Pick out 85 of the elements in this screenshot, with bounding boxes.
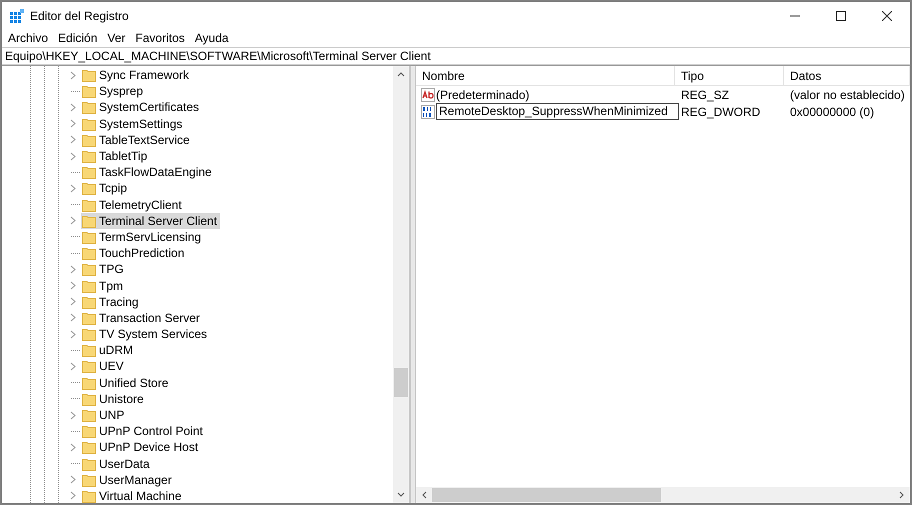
expand-chevron-icon[interactable] [70,70,76,80]
folder-icon [82,84,96,98]
folder-icon [82,359,96,374]
tree-item[interactable]: Terminal Server Client [81,212,220,229]
tree-item[interactable]: Virtual Machine [81,488,184,503]
tree-item[interactable]: SystemSettings [81,116,186,132]
tree-item[interactable]: TaskFlowDataEngine [81,164,215,180]
column-header[interactable]: Nombre [416,66,675,86]
folder-icon [82,327,96,342]
tree-item[interactable]: Tpm [81,278,126,294]
tree-item[interactable]: TermServLicensing [81,228,204,245]
tree-item[interactable]: UNP [81,407,128,424]
tree-item[interactable]: Sync Framework [81,67,192,84]
folder-icon [82,440,96,454]
value-type: REG_SZ [680,86,730,104]
address-bar[interactable]: Equipo\HKEY_LOCAL_MACHINE\SOFTWARE\Microsoft\Terminal Server Client [2,47,910,65]
tree-item[interactable]: TV System Services [81,326,210,342]
folder-icon [82,149,96,164]
folder-icon [82,262,96,276]
folder-icon [82,165,96,180]
folder-icon [82,456,96,471]
tree-item[interactable]: Tracing [81,294,142,310]
horizontal-scrollbar[interactable] [416,487,910,503]
menu-item[interactable]: Favoritos [130,30,190,47]
expand-chevron-icon[interactable] [70,442,76,452]
folder-icon [82,310,96,325]
folder-icon [82,343,96,358]
maximize-icon [836,11,846,21]
value-type: REG_DWORD [680,104,762,120]
folder-icon [82,472,96,487]
tree-item[interactable]: UPnP Control Point [81,423,206,440]
value-data: (valor no establecido) [789,86,905,104]
tree-item[interactable]: UPnP Device Host [81,439,202,456]
folder-icon [82,392,96,406]
tree-item[interactable]: SystemCertificates [81,99,202,116]
string-value-icon [421,88,435,102]
folder-icon [82,246,96,260]
menu-item[interactable]: Ver [102,30,130,47]
folder-icon [82,100,96,114]
expand-chevron-icon[interactable] [70,362,76,371]
vertical-scrollbar[interactable] [393,66,409,503]
binary-value-icon [421,104,435,118]
tree-item[interactable]: Sysprep [81,83,146,100]
tree-item[interactable]: TouchPrediction [81,245,188,262]
window-title: Editor del Registro [30,8,129,25]
tree-item[interactable]: TelemetryClient [81,196,185,213]
tree-item[interactable]: Tcpip [81,180,130,196]
tree-item[interactable]: Unistore [81,390,147,407]
menu-item[interactable]: Ayuda [190,30,234,47]
menu-item[interactable]: Edición [53,30,102,47]
value-data: 0x00000000 (0) [789,104,874,120]
folder-icon [82,488,96,503]
scroll-thumb[interactable] [394,368,408,397]
tree-item[interactable]: TabletTip [81,148,150,164]
tree-item[interactable]: UEV [81,358,127,374]
folder-icon [82,132,96,147]
expand-chevron-icon[interactable] [70,410,76,420]
folder-icon [82,408,96,422]
tree-item[interactable]: UserData [81,456,153,472]
folder-icon [82,278,96,293]
folder-icon [82,376,96,390]
folder-icon [82,181,96,196]
folder-icon [82,230,96,244]
scroll-thumb[interactable] [432,488,661,502]
expand-chevron-icon[interactable] [70,216,76,226]
menu-item[interactable]: Archivo [2,30,54,47]
tree-item[interactable]: uDRM [81,342,136,358]
folder-icon [82,116,96,131]
folder-icon [82,68,96,82]
tree-item[interactable]: TableTextService [81,132,193,148]
tree-item[interactable]: Unified Store [81,374,172,391]
folder-icon [82,198,96,212]
column-header[interactable]: Tipo [675,66,784,86]
tree-item[interactable]: UserManager [81,472,175,488]
tree-item[interactable]: Transaction Server [81,310,203,326]
tree-item[interactable]: TPG [81,261,127,278]
close-icon [882,11,892,21]
registry-app-icon [9,8,25,24]
name-edit-field[interactable]: RemoteDesktop_SuppressWhenMinimized [436,103,679,120]
value-name: (Predeterminado) [436,86,530,104]
expand-chevron-icon[interactable] [70,184,76,193]
column-header[interactable]: Datos [784,66,910,86]
folder-icon [82,424,96,438]
folder-icon [82,214,96,228]
folder-icon [82,294,96,309]
